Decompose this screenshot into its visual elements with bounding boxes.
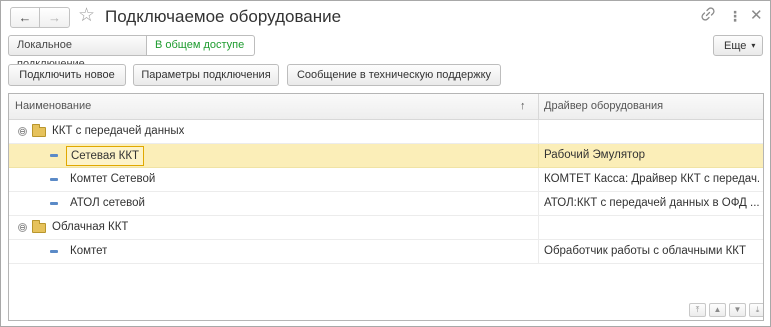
collapse-icon[interactable]: ⊖ [18, 223, 27, 232]
view-tabs: Локальное подключение В общем доступе [8, 35, 255, 70]
scroll-to-bottom-icon[interactable]: ⤓ [749, 303, 763, 317]
item-driver: АТОЛ:ККТ с передачей данных в ОФД ... [544, 197, 759, 209]
equipment-item-icon [50, 250, 58, 253]
item-name: Комтет Сетевой [70, 173, 156, 185]
table-row[interactable]: Сетевая ККТ Рабочий Эмулятор [9, 144, 763, 168]
close-icon[interactable]: ✕ [750, 7, 763, 25]
scroll-down-icon[interactable]: ▼ [729, 303, 746, 317]
equipment-table: Наименование ↑ Драйвер оборудования ⊖ КК… [8, 93, 764, 321]
more-button[interactable]: Еще ▾ [713, 35, 763, 56]
title-bar: ← → ☆ Подключаемое оборудование ⋮ ✕ [1, 1, 770, 33]
forward-arrow-icon[interactable]: → [40, 8, 69, 27]
equipment-item-icon [50, 154, 58, 157]
table-header: Наименование ↑ Драйвер оборудования [9, 94, 763, 120]
column-divider [538, 240, 539, 264]
scroll-up-icon[interactable]: ▲ [709, 303, 726, 317]
collapse-icon[interactable]: ⊖ [18, 127, 27, 136]
item-driver: КОМТЕТ Касса: Драйвер ККТ с передач... [544, 173, 759, 185]
scroll-to-top-icon[interactable]: ⤒ [689, 303, 706, 317]
folder-icon [32, 220, 46, 233]
column-divider [538, 192, 539, 216]
navigation-buttons: ← → [10, 7, 70, 28]
item-driver: Обработчик работы с облачными ККТ [544, 245, 747, 257]
connect-new-button[interactable]: Подключить новое [8, 64, 126, 86]
column-divider [538, 144, 539, 168]
tab-local-connection[interactable]: Локальное подключение [8, 35, 147, 70]
table-row[interactable]: Комтет Обработчик работы с облачными ККТ [9, 240, 763, 264]
equipment-item-icon [50, 202, 58, 205]
folder-icon [32, 124, 46, 137]
link-icon[interactable] [701, 7, 715, 25]
scroll-buttons: ⤒ ▲ ▼ ⤓ [686, 303, 763, 317]
chevron-down-icon: ▾ [751, 41, 756, 50]
item-name: Сетевая ККТ [66, 146, 145, 166]
column-header-name[interactable]: Наименование [15, 94, 535, 120]
item-driver: Рабочий Эмулятор [544, 149, 645, 161]
connection-parameters-button[interactable]: Параметры подключения [133, 64, 279, 86]
more-vertical-icon[interactable]: ⋮ [728, 7, 742, 25]
group-label: Облачная ККТ [52, 221, 129, 233]
page-title: Подключаемое оборудование [105, 7, 342, 26]
tab-shared-access[interactable]: В общем доступе [147, 35, 255, 56]
table-row[interactable]: Комтет Сетевой КОМТЕТ Касса: Драйвер ККТ… [9, 168, 763, 192]
column-divider [538, 168, 539, 192]
favorite-star-icon[interactable]: ☆ [78, 5, 95, 27]
support-message-button[interactable]: Сообщение в техническую поддержку [287, 64, 501, 86]
group-label: ККТ с передачей данных [52, 125, 185, 137]
column-header-driver[interactable]: Драйвер оборудования [544, 94, 663, 120]
item-name: АТОЛ сетевой [70, 197, 145, 209]
more-button-label: Еще [724, 40, 747, 52]
column-divider[interactable] [538, 94, 539, 120]
column-divider [538, 120, 539, 144]
table-row[interactable]: АТОЛ сетевой АТОЛ:ККТ с передачей данных… [9, 192, 763, 216]
sort-ascending-icon: ↑ [520, 100, 526, 112]
group-row[interactable]: ⊖ ККТ с передачей данных [9, 120, 763, 144]
back-arrow-icon[interactable]: ← [11, 8, 40, 27]
equipment-item-icon [50, 178, 58, 181]
column-divider [538, 216, 539, 240]
window: ← → ☆ Подключаемое оборудование ⋮ ✕ Лока… [0, 0, 771, 327]
item-name: Комтет [70, 245, 108, 257]
group-row[interactable]: ⊖ Облачная ККТ [9, 216, 763, 240]
